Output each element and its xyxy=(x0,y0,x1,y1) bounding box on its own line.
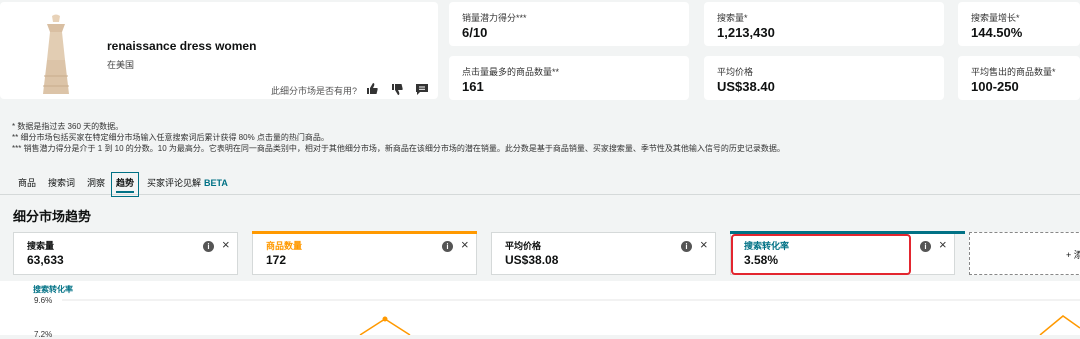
accent-bar xyxy=(252,231,477,234)
metric-label: 搜索量增长* xyxy=(971,13,1020,23)
tab-search-terms[interactable]: 搜索词 xyxy=(48,176,75,189)
beta-badge: BETA xyxy=(204,178,228,188)
metric-label: 销量潜力得分*** xyxy=(462,13,527,23)
comment-icon[interactable] xyxy=(415,82,429,96)
add-metric-card[interactable]: + 添 xyxy=(969,232,1080,275)
trend-label: 商品数量 xyxy=(266,241,303,251)
footnote: *** 销售潜力得分是介于 1 到 10 的分数。10 为最高分。它表明在同一商… xyxy=(12,144,785,153)
product-title: renaissance dress women xyxy=(107,39,257,53)
trend-card-average-price[interactable]: 平均价格 US$38.08 i × xyxy=(491,232,716,275)
metric-average-price: 平均价格 US$38.40 xyxy=(704,56,944,100)
metric-label: 平均价格 xyxy=(717,67,754,77)
trend-card-product-count[interactable]: 商品数量 172 i × xyxy=(252,231,477,275)
tab-trends[interactable]: 趋势 xyxy=(111,172,140,197)
tab-review-insights[interactable]: 买家评论见解 BETA xyxy=(147,176,228,189)
tab-products[interactable]: 商品 xyxy=(18,176,36,189)
thumbs-down-icon[interactable] xyxy=(390,82,404,96)
trend-value: 63,633 xyxy=(27,253,64,267)
thumbs-up-icon[interactable] xyxy=(365,82,379,96)
metric-value: 1,213,430 xyxy=(717,25,775,40)
series-line xyxy=(1039,315,1080,335)
tab-bar: 商品 搜索词 洞察 趋势 买家评论见解 BETA xyxy=(0,170,1080,197)
metric-value: 6/10 xyxy=(462,25,488,40)
footnote: ** 细分市场包括买家在特定细分市场输入任意搜索词后累计获得 80% 点击量的热… xyxy=(12,133,329,142)
metric-value: 100-250 xyxy=(971,79,1019,94)
metric-label: 平均售出的商品数量* xyxy=(971,67,1056,77)
footnotes: * 数据是指过去 360 天的数据。 ** 细分市场包括买家在特定细分市场输入任… xyxy=(12,121,785,154)
metric-average-units-sold: 平均售出的商品数量* 100-250 xyxy=(958,56,1080,100)
metric-sales-potential: 销量潜力得分*** 6/10 xyxy=(449,2,689,46)
active-tab-underline xyxy=(116,191,135,193)
tab-insights[interactable]: 洞察 xyxy=(87,176,105,189)
tab-trends-label: 趋势 xyxy=(116,178,135,188)
tab-review-insights-label: 买家评论见解 xyxy=(147,178,202,188)
close-icon[interactable]: × xyxy=(939,237,947,252)
metric-value: 144.50% xyxy=(971,25,1023,40)
info-icon[interactable]: i xyxy=(442,241,453,252)
section-title: 细分市场趋势 xyxy=(13,209,92,224)
close-icon[interactable]: × xyxy=(222,237,230,252)
product-region: 在美国 xyxy=(107,60,135,70)
metric-top-clicked-count: 点击量最多的商品数量** 161 xyxy=(449,56,689,100)
dress-product-image xyxy=(38,10,74,96)
metric-label: 搜索量* xyxy=(717,13,748,23)
metric-search-volume: 搜索量* 1,213,430 xyxy=(704,2,944,46)
add-metric-label: + 添 xyxy=(1066,250,1080,260)
trend-value: US$38.08 xyxy=(505,253,559,267)
product-card: renaissance dress women 在美国 此细分市场是否有用? xyxy=(0,2,438,99)
trend-label: 平均价格 xyxy=(505,241,542,251)
info-icon[interactable]: i xyxy=(203,241,214,252)
highlight-box xyxy=(731,234,911,275)
metric-value: US$38.40 xyxy=(717,79,775,94)
trend-value: 172 xyxy=(266,253,287,267)
metric-label: 点击量最多的商品数量** xyxy=(462,67,560,77)
footnote: * 数据是指过去 360 天的数据。 xyxy=(12,122,124,131)
info-icon[interactable]: i xyxy=(681,241,692,252)
trend-card-search-volume[interactable]: 搜索量 63,633 i × xyxy=(13,232,238,275)
helpful-prompt: 此细分市场是否有用? xyxy=(271,86,358,96)
trend-label: 搜索量 xyxy=(27,241,55,251)
chart-lines xyxy=(62,299,1080,335)
info-icon[interactable]: i xyxy=(920,241,931,252)
metric-value: 161 xyxy=(462,79,484,94)
series-point xyxy=(382,316,388,322)
close-icon[interactable]: × xyxy=(700,237,708,252)
close-icon[interactable]: × xyxy=(461,237,469,252)
metric-search-growth: 搜索量增长* 144.50% xyxy=(958,2,1080,46)
trend-chart: 搜索转化率 9.6% 7.2% xyxy=(0,281,1080,339)
